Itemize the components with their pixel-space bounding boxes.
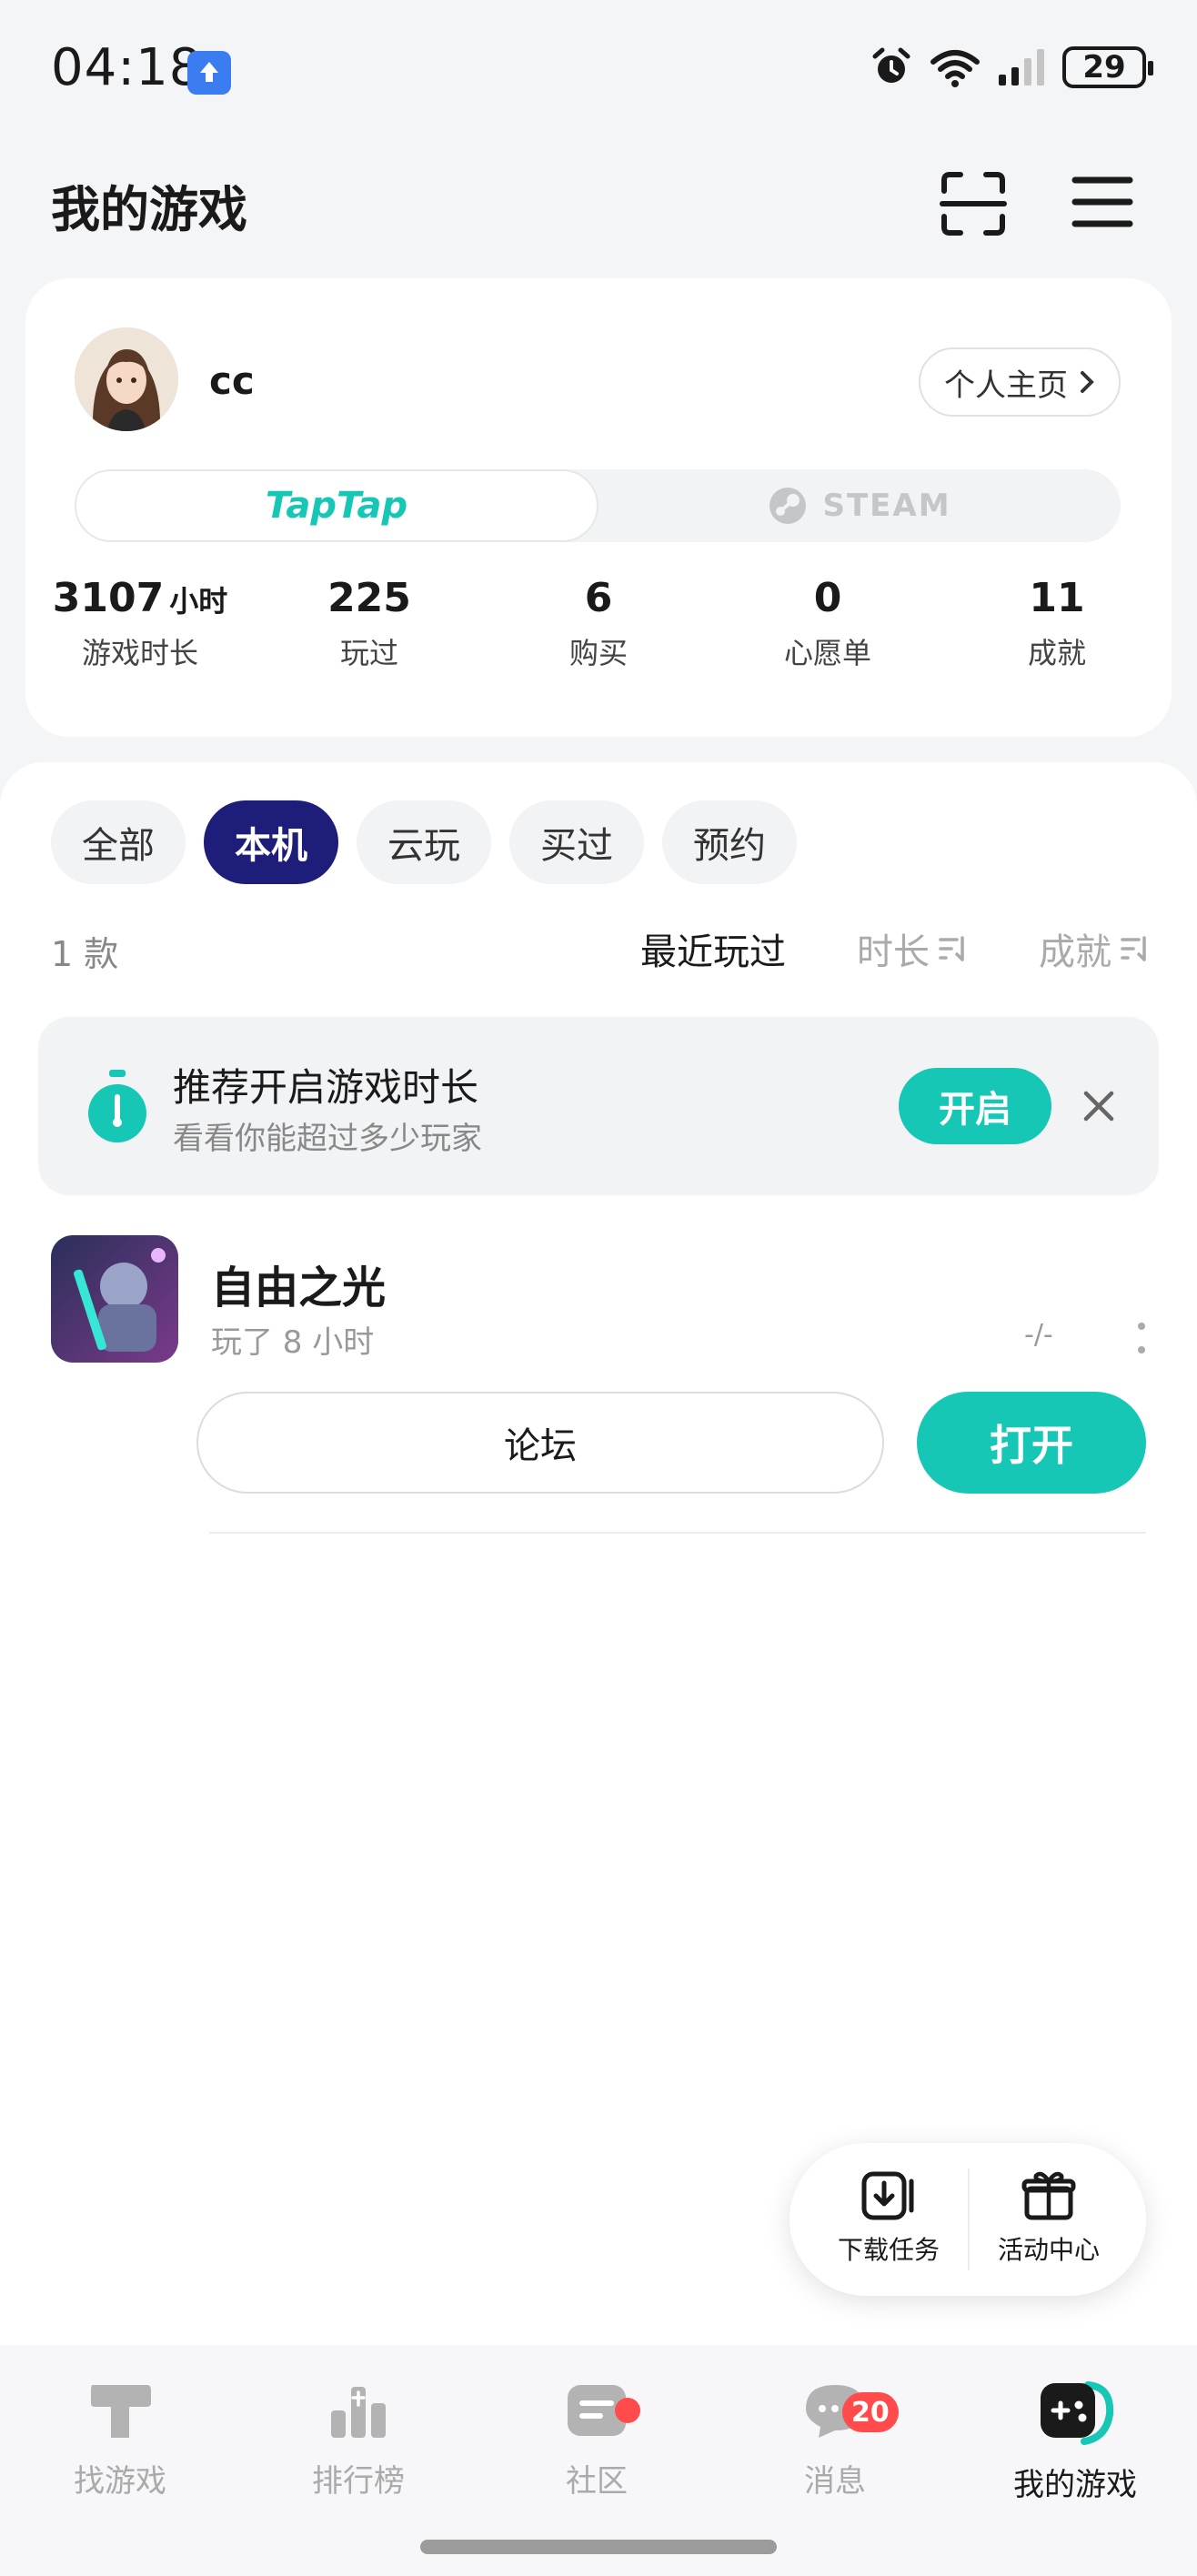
avatar[interactable] bbox=[75, 327, 178, 431]
nav-label: 我的游戏 bbox=[1013, 2467, 1137, 2503]
stat-wishlist[interactable]: 0 心愿单 bbox=[713, 575, 942, 672]
platform-steam-tab[interactable]: STEAM bbox=[598, 469, 1121, 542]
event-center-button[interactable]: 活动中心 bbox=[971, 2170, 1126, 2267]
stat-label: 玩过 bbox=[339, 636, 398, 670]
stat-unit: 小时 bbox=[169, 584, 228, 619]
nav-my-games[interactable]: 我的游戏 bbox=[984, 2378, 1166, 2504]
gift-icon bbox=[1021, 2171, 1076, 2220]
game-list-item[interactable]: 自由之光 玩了 8 小时 -/- 论坛 打开 bbox=[0, 1235, 1197, 1535]
enable-play-time-button[interactable]: 开启 bbox=[899, 1068, 1051, 1144]
status-time: 04:18 bbox=[51, 38, 203, 97]
game-title: 自由之光 bbox=[211, 1263, 387, 1313]
game-play-time: 玩了 8 小时 bbox=[211, 1324, 375, 1361]
sort-icon bbox=[939, 936, 964, 961]
sort-label: 时长 bbox=[857, 931, 930, 973]
gamepad-icon bbox=[1041, 2381, 1114, 2445]
stat-label: 成就 bbox=[1027, 636, 1086, 670]
rankings-icon bbox=[331, 2387, 386, 2438]
home-indicator[interactable] bbox=[420, 2540, 777, 2554]
scan-icon bbox=[940, 172, 1007, 236]
hamburger-menu-icon bbox=[1071, 176, 1133, 227]
stopwatch-icon bbox=[84, 1070, 151, 1146]
nav-label: 社区 bbox=[566, 2463, 628, 2500]
sort-label: 成就 bbox=[1039, 931, 1112, 973]
filter-chip-local[interactable]: 本机 bbox=[204, 800, 338, 884]
filter-chip-reserved[interactable]: 预约 bbox=[662, 800, 797, 884]
stat-label: 心愿单 bbox=[783, 636, 871, 670]
nav-label: 找游戏 bbox=[74, 2463, 166, 2500]
close-icon bbox=[1083, 1091, 1114, 1122]
sort-icon bbox=[1121, 936, 1146, 961]
stats-row: 3107 小时 游戏时长 225 玩过 6 购买 0 心愿单 11 成就 bbox=[25, 575, 1172, 672]
download-tasks-button[interactable]: 下载任务 bbox=[811, 2170, 966, 2267]
profile-page-button[interactable]: 个人主页 bbox=[919, 347, 1121, 417]
floating-actions: 下载任务 活动中心 bbox=[790, 2143, 1146, 2296]
divider bbox=[968, 2168, 970, 2270]
chevron-right-icon bbox=[1081, 371, 1094, 393]
nav-community[interactable]: 社区 bbox=[506, 2378, 688, 2501]
profile-page-label: 个人主页 bbox=[944, 367, 1068, 404]
forum-button[interactable]: 论坛 bbox=[196, 1392, 884, 1494]
promo-subtitle: 看看你能超过多少玩家 bbox=[173, 1121, 482, 1157]
stat-label: 购买 bbox=[568, 636, 628, 670]
stat-play-time[interactable]: 3107 小时 游戏时长 bbox=[25, 575, 255, 672]
upload-notification-icon bbox=[187, 51, 231, 95]
sort-recent[interactable]: 最近玩过 bbox=[640, 922, 786, 975]
promo-close-button[interactable] bbox=[1075, 1082, 1122, 1130]
sort-options: 最近玩过 时长 成就 bbox=[640, 922, 1150, 975]
stat-played[interactable]: 225 玩过 bbox=[255, 575, 484, 672]
menu-button[interactable] bbox=[1070, 173, 1135, 231]
battery-icon: 29 bbox=[1062, 46, 1153, 88]
notification-dot bbox=[615, 2398, 640, 2423]
profile-card: cc 个人主页 TapTap STEAM 3107 小时 游戏时长 225 玩过 … bbox=[25, 278, 1172, 737]
sort-duration[interactable]: 时长 bbox=[857, 922, 968, 975]
download-icon bbox=[861, 2171, 914, 2220]
open-game-button[interactable]: 打开 bbox=[917, 1392, 1146, 1494]
alarm-icon bbox=[872, 47, 910, 83]
download-tasks-label: 下载任务 bbox=[837, 2235, 940, 2265]
nav-messages[interactable]: 20 消息 bbox=[744, 2378, 926, 2501]
platform-toggle: TapTap STEAM bbox=[75, 469, 1121, 542]
nav-label: 排行榜 bbox=[312, 2463, 405, 2500]
status-icons: 29 bbox=[870, 45, 1153, 89]
platform-taptap-tab[interactable]: TapTap bbox=[75, 469, 598, 542]
game-count: 1 款 bbox=[51, 934, 119, 974]
filter-chip-purchased[interactable]: 买过 bbox=[509, 800, 644, 884]
steam-logo-icon bbox=[770, 488, 807, 524]
filter-chip-all[interactable]: 全部 bbox=[51, 800, 186, 884]
event-center-label: 活动中心 bbox=[997, 2235, 1100, 2265]
nav-find-games[interactable]: 找游戏 bbox=[29, 2378, 211, 2501]
game-icon[interactable] bbox=[51, 1235, 178, 1363]
stat-value: 6 bbox=[584, 575, 613, 621]
nav-label: 消息 bbox=[804, 2463, 866, 2500]
game-last-played: -/- bbox=[1024, 1319, 1053, 1351]
stat-value: 225 bbox=[327, 575, 411, 621]
stat-achievements[interactable]: 11 成就 bbox=[942, 575, 1172, 672]
filter-chips: 全部 本机 云玩 买过 预约 bbox=[51, 800, 797, 884]
stat-value: 0 bbox=[813, 575, 842, 621]
sort-achievements[interactable]: 成就 bbox=[1039, 922, 1150, 975]
promo-title: 推荐开启游戏时长 bbox=[173, 1065, 479, 1110]
nav-rankings[interactable]: 排行榜 bbox=[267, 2378, 449, 2501]
divider bbox=[209, 1532, 1146, 1534]
stat-value: 3107 bbox=[52, 575, 165, 621]
filter-chip-cloud[interactable]: 云玩 bbox=[357, 800, 491, 884]
game-more-button[interactable] bbox=[1128, 1315, 1155, 1361]
stat-label: 游戏时长 bbox=[81, 636, 198, 670]
scan-button[interactable] bbox=[939, 169, 1008, 238]
find-games-icon bbox=[91, 2385, 151, 2438]
signal-icon bbox=[999, 49, 1044, 86]
page-title: 我的游戏 bbox=[51, 181, 247, 238]
stat-value: 11 bbox=[1029, 575, 1085, 621]
message-count-badge: 20 bbox=[842, 2392, 899, 2432]
username: cc bbox=[209, 358, 255, 403]
steam-label: STEAM bbox=[822, 488, 951, 524]
stat-purchased[interactable]: 6 购买 bbox=[484, 575, 713, 672]
status-bar: 04:18 29 bbox=[0, 0, 1197, 136]
play-time-promo-banner: 推荐开启游戏时长 看看你能超过多少玩家 开启 bbox=[38, 1017, 1159, 1195]
wifi-icon bbox=[930, 50, 980, 87]
game-list-panel: 全部 本机 云玩 买过 预约 1 款 最近玩过 时长 成就 推荐开启游戏时长 看… bbox=[0, 762, 1197, 2345]
sort-label: 最近玩过 bbox=[640, 931, 786, 973]
more-vertical-icon bbox=[1138, 1323, 1145, 1353]
